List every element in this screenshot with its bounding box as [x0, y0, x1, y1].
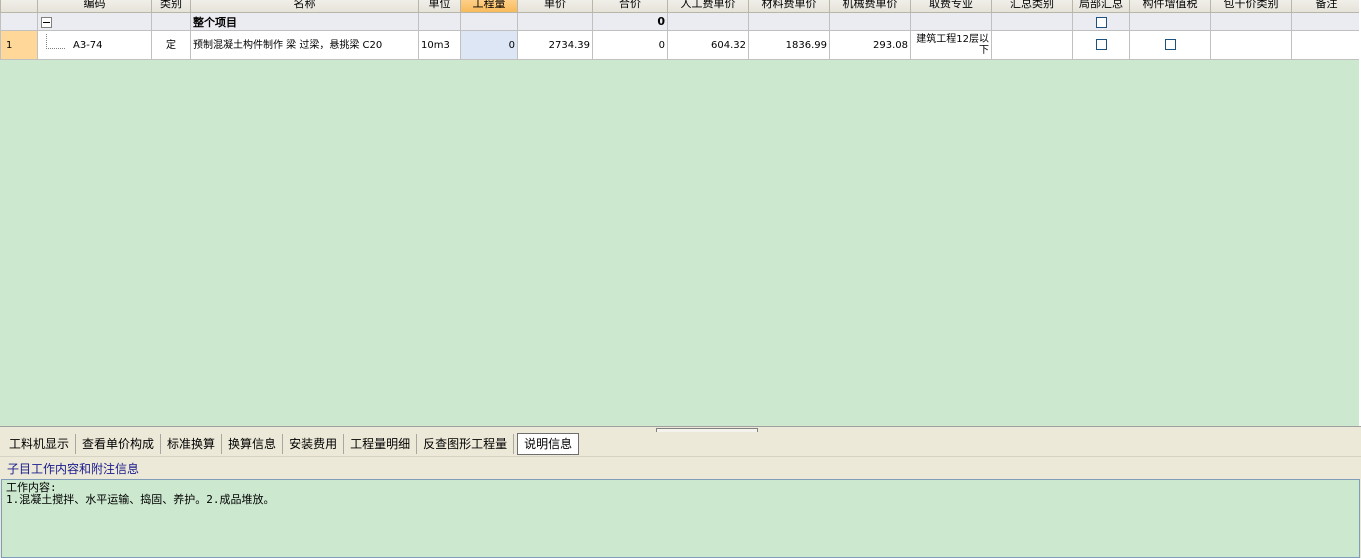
total-price-cell: 0 [592, 30, 668, 60]
group-row[interactable]: 整个项目 0 [0, 12, 1361, 31]
group-remark-cell [1291, 12, 1361, 31]
group-code-cell[interactable] [37, 12, 152, 31]
detail-tab-bar: 工料机显示 查看单价构成 标准换算 换算信息 安装费用 工程量明细 反查图形工程… [0, 432, 1361, 456]
group-total-price-cell: 0 [592, 12, 668, 31]
tab-description-info[interactable]: 说明信息 [517, 433, 580, 455]
unit-price-cell[interactable]: 2734.39 [517, 30, 593, 60]
group-local-summary-cell[interactable] [1072, 12, 1130, 31]
description-text-area[interactable]: 工作内容: 1.混凝土搅拌、水平运输、捣固、养护。2.成品堆放。 [1, 479, 1360, 558]
col-header-labor[interactable]: 人工费单价 [667, 0, 749, 13]
col-header-unit-price[interactable]: 单价 [517, 0, 593, 13]
tab-conversion-info[interactable]: 换算信息 [222, 434, 284, 454]
col-header-local-summary[interactable]: 局部汇总 [1072, 0, 1130, 13]
qty-cell[interactable]: 0 [460, 30, 518, 60]
fee-specialty-cell[interactable]: 建筑工程12层以下 [910, 30, 992, 60]
row-number: 1 [6, 39, 13, 51]
col-header-rownum[interactable] [0, 0, 38, 13]
col-header-qty[interactable]: 工程量 [460, 0, 518, 13]
tab-labor-material-machine[interactable]: 工料机显示 [3, 434, 77, 454]
component-vat-cell[interactable] [1129, 30, 1211, 60]
col-header-remark[interactable]: 备注 [1291, 0, 1361, 13]
machine-cell[interactable]: 293.08 [829, 30, 911, 60]
labor-cell[interactable]: 604.32 [667, 30, 749, 60]
tab-unit-price-composition[interactable]: 查看单价构成 [76, 434, 162, 454]
col-header-fee-specialty[interactable]: 取费专业 [910, 0, 992, 13]
group-unit-price-cell [517, 12, 593, 31]
group-qty-cell [460, 12, 518, 31]
group-rownum-cell [0, 12, 38, 31]
local-summary-cell[interactable] [1072, 30, 1130, 60]
description-panel-header: 子目工作内容和附注信息 [0, 456, 1361, 478]
group-labor-cell [667, 12, 749, 31]
col-header-name[interactable]: 名称 [190, 0, 419, 13]
unit-cell[interactable]: 10m3 [418, 30, 461, 60]
col-header-component-vat[interactable]: 构件增值税 [1129, 0, 1211, 13]
name-cell[interactable]: 预制混凝土构件制作 梁 过梁，悬挑梁 C20 [190, 30, 419, 60]
group-fee-cell [910, 12, 992, 31]
component-vat-checkbox[interactable] [1164, 39, 1176, 51]
group-machine-cell [829, 12, 911, 31]
col-header-lumpsum-type[interactable]: 包干价类别 [1210, 0, 1292, 13]
tab-standard-conversion[interactable]: 标准换算 [161, 434, 223, 454]
group-lumpsum-cell [1210, 12, 1292, 31]
col-header-code[interactable]: 编码 [37, 0, 152, 13]
col-header-unit[interactable]: 单位 [418, 0, 461, 13]
col-header-material[interactable]: 材料费单价 [748, 0, 830, 13]
budget-grid[interactable]: 编码 类别 名称 单位 工程量 单价 合价 人工费单价 材料费单价 机械费单价 … [0, 0, 1361, 426]
row-local-summary-checkbox[interactable] [1095, 39, 1107, 51]
category-cell[interactable]: 定 [151, 30, 191, 60]
tab-quantity-detail[interactable]: 工程量明细 [344, 434, 418, 454]
app-window: 编码 类别 名称 单位 工程量 单价 合价 人工费单价 材料费单价 机械费单价 … [0, 0, 1361, 558]
collapse-icon[interactable] [41, 16, 52, 28]
group-category-cell [151, 12, 191, 31]
local-summary-checkbox[interactable] [1095, 16, 1107, 28]
col-header-total-price[interactable]: 合价 [592, 0, 668, 13]
col-header-category[interactable]: 类别 [151, 0, 191, 13]
group-vat-cell [1129, 12, 1211, 31]
row-number-cell[interactable]: 1 [0, 30, 38, 60]
group-unit-cell [418, 12, 461, 31]
col-header-summary-type[interactable]: 汇总类别 [991, 0, 1073, 13]
group-name-cell[interactable]: 整个项目 [190, 12, 419, 31]
description-line-2: 1.混凝土搅拌、水平运输、捣固、养护。2.成品堆放。 [6, 493, 275, 506]
code-cell[interactable]: A3-74 [37, 30, 152, 60]
tab-installation-fee[interactable]: 安装费用 [283, 434, 345, 454]
header-row: 编码 类别 名称 单位 工程量 单价 合价 人工费单价 材料费单价 机械费单价 … [0, 0, 1361, 13]
table-row[interactable]: 1 A3-74 定 预制混凝土构件制作 梁 过梁，悬挑梁 C20 10m3 0 … [0, 30, 1361, 60]
lumpsum-type-cell[interactable] [1210, 30, 1292, 60]
summary-type-cell[interactable] [991, 30, 1073, 60]
remark-cell[interactable] [1291, 30, 1361, 60]
col-header-machine[interactable]: 机械费单价 [829, 0, 911, 13]
material-cell[interactable]: 1836.99 [748, 30, 830, 60]
group-material-cell [748, 12, 830, 31]
tree-connector [46, 33, 65, 49]
budget-table: 编码 类别 名称 单位 工程量 单价 合价 人工费单价 材料费单价 机械费单价 … [0, 0, 1361, 60]
tab-reverse-graphic-quantity[interactable]: 反查图形工程量 [417, 434, 515, 454]
description-panel-title: 子目工作内容和附注信息 [7, 462, 140, 476]
code-text: A3-74 [73, 39, 103, 51]
group-summary-cell [991, 12, 1073, 31]
